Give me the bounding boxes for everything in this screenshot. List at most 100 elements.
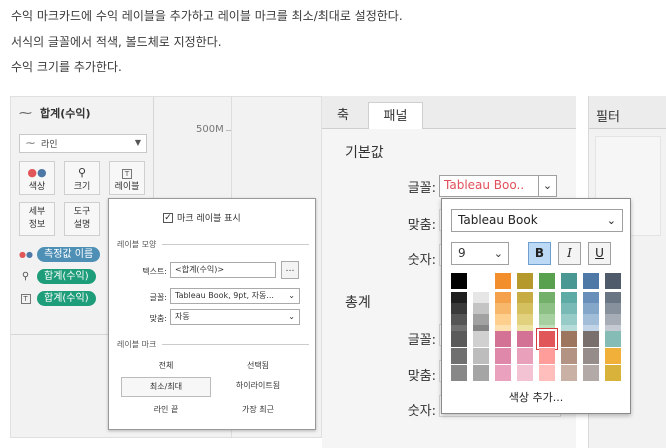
marks-card-title[interactable]: ⁓ 합계(수익): [19, 105, 91, 121]
color-swatch[interactable]: [495, 303, 511, 314]
color-swatch[interactable]: [451, 348, 467, 364]
color-swatch[interactable]: [561, 292, 577, 303]
color-swatch[interactable]: [561, 348, 577, 364]
label-button[interactable]: T 레이블: [109, 161, 145, 195]
option-min-max[interactable]: 최소/최대: [121, 377, 211, 397]
italic-button[interactable]: I: [558, 242, 581, 265]
color-swatch[interactable]: [517, 365, 533, 381]
tooltip-button[interactable]: 도구 설명: [64, 202, 100, 236]
size-icon: ⚲: [77, 166, 87, 179]
add-color-button[interactable]: 색상 추가...: [442, 389, 630, 405]
color-swatch[interactable]: [583, 292, 599, 303]
color-swatch[interactable]: [517, 348, 533, 364]
profit-size-pill[interactable]: 합계(수익): [37, 269, 96, 284]
color-swatch[interactable]: [495, 365, 511, 381]
option-all[interactable]: 전체: [121, 357, 211, 375]
show-mark-labels-checkbox[interactable]: ✓ 마크 레이블 표시: [163, 211, 241, 224]
color-swatch[interactable]: [605, 348, 621, 364]
section-label-marks: 레이블 마크: [117, 339, 309, 350]
color-swatch[interactable]: [451, 365, 467, 381]
section-label-appearance-title: 레이블 모양: [117, 240, 157, 249]
color-swatch[interactable]: [561, 273, 577, 289]
font-family-dropdown[interactable]: Tableau Book ⌄: [451, 209, 623, 232]
color-swatch[interactable]: [495, 292, 511, 303]
color-swatch[interactable]: [561, 331, 577, 347]
color-swatch[interactable]: [583, 348, 599, 364]
color-swatch[interactable]: [451, 331, 467, 347]
edit-label-text-button[interactable]: …: [281, 261, 299, 279]
label-settings-popup: ✓ 마크 레이블 표시 레이블 모양 텍스트: <합계(수익)> … 글꼴: T…: [108, 198, 316, 430]
measure-names-pill[interactable]: 측정값 이름: [37, 247, 101, 262]
color-dots-icon: ●●: [27, 166, 47, 179]
label-icon: T: [19, 293, 32, 304]
color-swatch[interactable]: [605, 365, 621, 381]
detail-button[interactable]: 세부 정보: [19, 202, 55, 236]
color-swatch[interactable]: [583, 365, 599, 381]
color-swatch[interactable]: [539, 314, 555, 325]
size-button-label: 크기: [73, 182, 91, 192]
font-dropdown[interactable]: Tableau Boo.. ⌄: [439, 175, 557, 197]
color-swatch[interactable]: [473, 331, 489, 347]
color-swatch[interactable]: [539, 348, 555, 364]
label-font-dropdown[interactable]: Tableau Book, 9pt, 자동... ⌄: [170, 288, 300, 304]
color-swatch[interactable]: [473, 348, 489, 364]
chevron-down-icon: ⌄: [606, 214, 616, 227]
bold-button[interactable]: B: [528, 242, 551, 265]
underline-button[interactable]: U: [588, 242, 611, 265]
filter-title: 필터: [596, 110, 620, 125]
color-swatch[interactable]: [517, 314, 533, 325]
color-swatch[interactable]: [517, 292, 533, 303]
color-swatch[interactable]: [473, 314, 489, 325]
color-swatch[interactable]: [605, 314, 621, 325]
size-button[interactable]: ⚲ 크기: [64, 161, 100, 195]
color-swatch[interactable]: [473, 292, 489, 303]
color-swatch[interactable]: [495, 331, 511, 347]
section-label-marks-title: 레이블 마크: [117, 340, 157, 349]
color-swatch[interactable]: [517, 303, 533, 314]
color-swatch[interactable]: [517, 273, 533, 289]
color-swatch[interactable]: [561, 365, 577, 381]
font-size-value: 9: [458, 246, 466, 260]
color-swatch[interactable]: [473, 303, 489, 314]
color-swatch[interactable]: [451, 273, 467, 289]
pill-row-size: ⚲ 합계(수익): [19, 269, 96, 284]
profit-label-pill[interactable]: 합계(수익): [37, 291, 96, 306]
chevron-down-icon: ⌄: [288, 312, 295, 321]
color-swatch[interactable]: [473, 365, 489, 381]
option-most-recent[interactable]: 가장 최근: [213, 401, 303, 419]
color-swatch[interactable]: [539, 303, 555, 314]
color-button[interactable]: ●● 색상: [19, 161, 55, 195]
option-highlighted[interactable]: 하이라이트됨: [213, 377, 303, 395]
font-size-dropdown[interactable]: 9 ⌄: [451, 242, 509, 265]
label-text-field[interactable]: <합계(수익)>: [170, 262, 276, 278]
color-swatch[interactable]: [561, 314, 577, 325]
tab-axis[interactable]: 축: [322, 102, 364, 129]
option-selected[interactable]: 선택됨: [213, 357, 303, 375]
color-swatch[interactable]: [605, 273, 621, 289]
color-swatch[interactable]: [605, 331, 621, 347]
color-swatch[interactable]: [539, 365, 555, 381]
color-swatch[interactable]: [473, 273, 489, 289]
color-swatch[interactable]: [495, 314, 511, 325]
mark-type-dropdown[interactable]: ⁓ 라인 ▼: [19, 134, 147, 153]
color-swatch[interactable]: [451, 303, 467, 314]
color-swatch[interactable]: [539, 292, 555, 303]
tab-pane[interactable]: 패널: [368, 102, 423, 130]
color-swatch[interactable]: [517, 331, 533, 347]
label-align-dropdown[interactable]: 자동 ⌄: [170, 309, 300, 325]
align-label: 맞춤:: [149, 314, 167, 323]
color-swatch[interactable]: [495, 348, 511, 364]
option-line-ends[interactable]: 라인 끝: [121, 401, 211, 419]
color-swatch[interactable]: [583, 303, 599, 314]
color-swatch[interactable]: [583, 331, 599, 347]
color-swatch[interactable]: [561, 303, 577, 314]
color-swatch[interactable]: [583, 314, 599, 325]
color-swatch-selected[interactable]: [537, 329, 557, 349]
color-swatch[interactable]: [605, 303, 621, 314]
color-swatch[interactable]: [495, 273, 511, 289]
color-swatch[interactable]: [605, 292, 621, 303]
color-swatch[interactable]: [539, 273, 555, 289]
color-swatch[interactable]: [451, 314, 467, 325]
color-swatch[interactable]: [451, 292, 467, 303]
color-swatch[interactable]: [583, 273, 599, 289]
